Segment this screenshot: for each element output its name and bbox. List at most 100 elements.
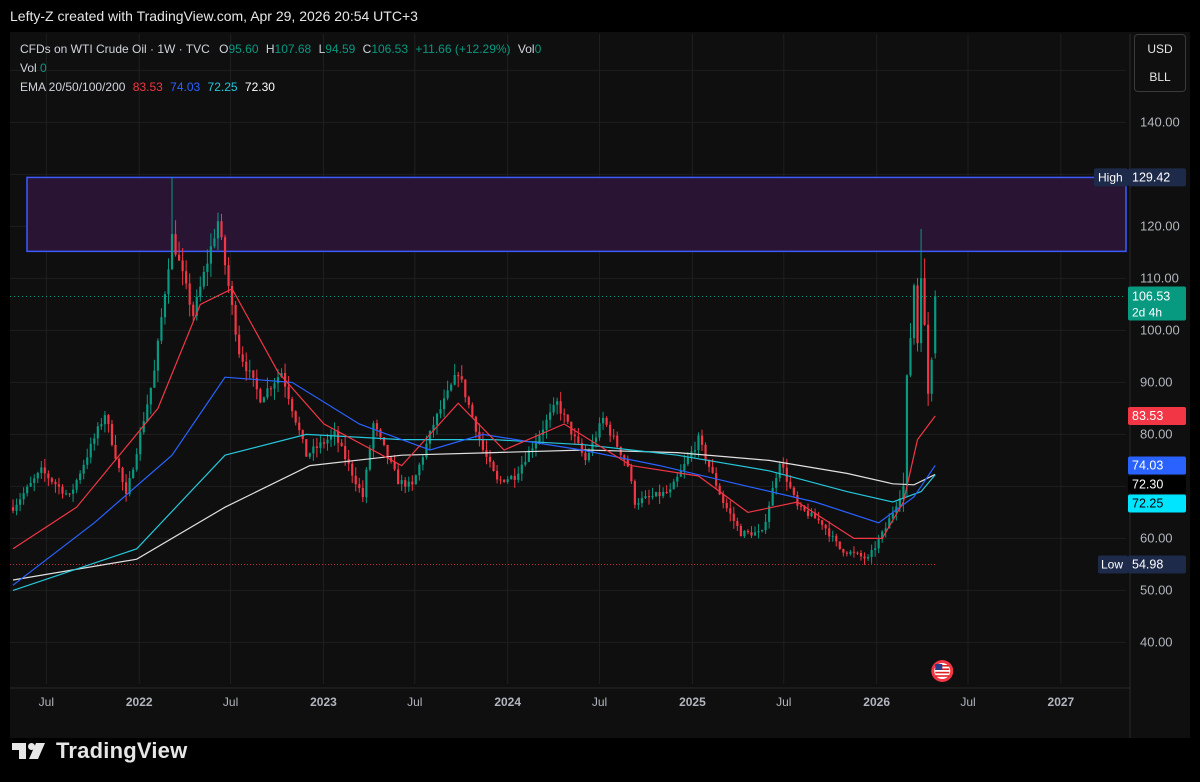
candle-body: [637, 503, 640, 505]
candle-body: [584, 452, 587, 461]
countdown-tag: 2d 4h: [1132, 305, 1162, 319]
candle-body: [170, 234, 174, 270]
legend-close-label: C: [362, 42, 372, 56]
candle-body: [132, 469, 135, 479]
candle-body: [457, 374, 460, 377]
candle-body: [40, 467, 43, 473]
candle-body: [746, 530, 750, 533]
y-tick-label: 140.00: [1140, 114, 1180, 129]
legend-ema-label[interactable]: EMA 20/50/100/200: [20, 80, 125, 94]
candle-body: [559, 401, 562, 414]
x-tick-label: 2022: [126, 695, 153, 709]
candle-body: [527, 450, 530, 462]
legend-vol-line-label[interactable]: Vol: [20, 61, 37, 75]
candle-body: [227, 265, 230, 286]
candle-body: [397, 469, 400, 485]
candle-body: [294, 411, 297, 423]
candle-body: [612, 435, 615, 437]
y-tick-label: 110.00: [1140, 270, 1179, 285]
candle-body: [86, 457, 89, 465]
high-value-tag: 129.42: [1132, 170, 1170, 184]
candle-body: [806, 510, 810, 517]
candle-body: [43, 467, 46, 474]
candle-body: [174, 234, 177, 255]
candle-body: [177, 254, 181, 261]
candle-body: [22, 493, 25, 500]
candle-body: [789, 481, 792, 488]
candle-body: [50, 478, 53, 482]
candle-body: [312, 446, 315, 454]
candle-body: [676, 476, 679, 482]
candle-body: [866, 557, 870, 559]
candle-body: [146, 404, 149, 422]
candle-body: [33, 478, 36, 483]
x-tick-label: 2026: [863, 695, 890, 709]
candle-body: [764, 521, 767, 531]
candle-body: [442, 398, 446, 410]
candle-body: [110, 424, 114, 445]
candle-body: [930, 359, 933, 394]
candle-body: [729, 508, 732, 514]
candle-body: [506, 479, 509, 483]
candle-body: [340, 442, 343, 447]
candle-body: [425, 443, 428, 458]
y-tick-label: 80.00: [1140, 426, 1173, 441]
candle-body: [333, 431, 336, 436]
y-tick-label: 60.00: [1140, 530, 1173, 545]
candle-body: [905, 375, 909, 486]
candle-body: [358, 484, 361, 488]
candle-body: [821, 520, 824, 525]
candle-body: [446, 390, 449, 399]
candle-body: [520, 464, 523, 474]
candle-body: [386, 444, 389, 458]
legend-change: +11.66 (+12.29%): [415, 42, 511, 56]
candle-body: [107, 415, 110, 425]
legend-ema100: 72.25: [207, 80, 238, 94]
legend-symbol[interactable]: CFDs on WTI Crude Oil · 1W · TVC: [20, 42, 210, 56]
candle-body: [354, 475, 357, 485]
legend-vol-line-value: 0: [40, 61, 47, 75]
candle-body: [404, 480, 407, 487]
legend: CFDs on WTI Crude Oil · 1W · TVC O95.60 …: [20, 40, 541, 97]
candle-body: [199, 286, 202, 297]
candle-body: [566, 414, 569, 422]
candle-body: [499, 479, 502, 481]
ema-tag: 72.25: [1132, 496, 1163, 510]
candle-body: [538, 435, 541, 442]
candle-body: [647, 496, 651, 498]
candle-body: [870, 550, 873, 558]
legend-low: 94.59: [325, 42, 356, 56]
candle-body: [68, 493, 71, 495]
candle-body: [273, 383, 276, 389]
x-tick-label: 2025: [679, 695, 706, 709]
candle-body: [26, 486, 29, 494]
candle-body: [400, 480, 403, 485]
candle-body: [838, 541, 841, 550]
candle-body: [556, 401, 559, 405]
last-price-tag: 106.53: [1132, 289, 1170, 303]
candle-body: [213, 238, 216, 247]
ema200-line: [12, 449, 936, 581]
unit-button[interactable]: BLL: [1135, 63, 1185, 91]
candle-body: [269, 388, 273, 390]
candle-body: [11, 507, 15, 511]
candle-body: [71, 489, 75, 494]
candle-body: [810, 512, 813, 517]
legend-line-vol: Vol 0: [20, 59, 541, 78]
candle-body: [686, 457, 689, 464]
candle-body: [587, 453, 591, 461]
candle-body: [531, 448, 534, 451]
price-chart[interactable]: 150.00140.00130.00120.00110.00100.0090.0…: [0, 0, 1200, 782]
candle-body: [909, 338, 912, 376]
candle-body: [510, 475, 513, 480]
candle-body: [96, 426, 99, 439]
candle-body: [654, 492, 658, 497]
candle-body: [481, 439, 485, 450]
candle-body: [188, 283, 191, 305]
candle-body: [411, 481, 414, 485]
candle-body: [223, 237, 227, 266]
currency-button[interactable]: USD: [1135, 35, 1185, 63]
candle-body: [923, 278, 926, 325]
candle-body: [418, 464, 421, 476]
tradingview-logo[interactable]: TradingView: [12, 736, 187, 766]
